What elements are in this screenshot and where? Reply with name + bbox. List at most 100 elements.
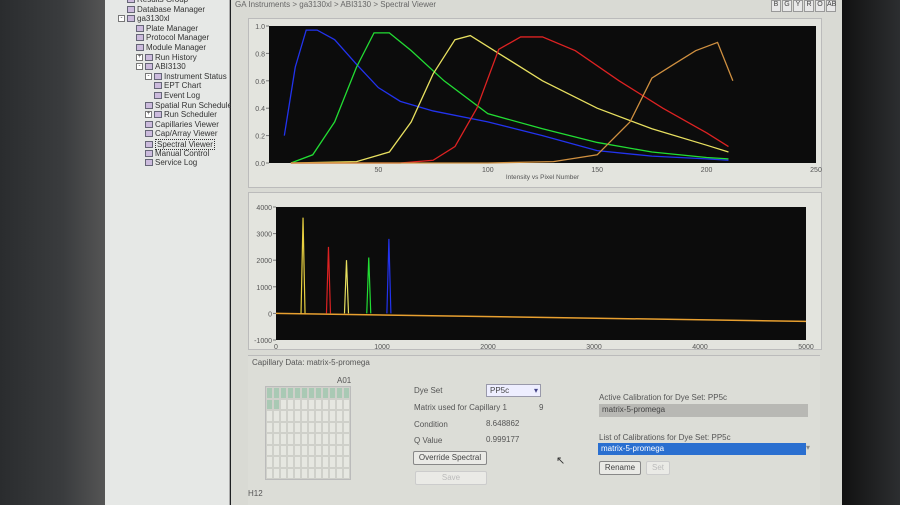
tree-item[interactable]: + Run Scheduler — [145, 110, 217, 119]
tree-item[interactable]: Plate Manager — [136, 24, 198, 33]
capillary-cell[interactable] — [280, 456, 287, 468]
tree-item[interactable]: - ABI3130 — [136, 62, 186, 71]
set-button[interactable]: Set — [646, 461, 670, 475]
capillary-cell[interactable] — [315, 467, 322, 479]
tree-item[interactable]: - ga3130xl — [118, 14, 169, 23]
tree-item[interactable]: Cap/Array Viewer — [145, 129, 218, 138]
capillary-cell[interactable] — [294, 456, 301, 468]
capillary-cell[interactable] — [336, 387, 343, 399]
capillary-cell[interactable] — [294, 398, 301, 410]
capillary-cell[interactable] — [308, 444, 315, 456]
capillary-cell[interactable] — [343, 444, 350, 456]
capillary-cell[interactable] — [266, 433, 273, 445]
capillary-cell[interactable] — [315, 456, 322, 468]
calibration-list-select[interactable]: matrix-5-promega — [598, 443, 806, 455]
capillary-cell[interactable] — [287, 398, 294, 410]
dye-set-select[interactable]: PP5c ▾ — [486, 384, 541, 397]
capillary-cell[interactable] — [287, 387, 294, 399]
capillary-cell[interactable] — [315, 387, 322, 399]
capillary-cell[interactable] — [329, 421, 336, 433]
capillary-cell[interactable] — [266, 410, 273, 422]
rename-button[interactable]: Rename — [599, 461, 641, 475]
capillary-cell[interactable] — [343, 467, 350, 479]
capillary-cell[interactable] — [266, 444, 273, 456]
capillary-cell[interactable] — [273, 467, 280, 479]
capillary-cell[interactable] — [301, 387, 308, 399]
capillary-cell[interactable] — [280, 467, 287, 479]
capillary-cell[interactable] — [343, 433, 350, 445]
capillary-cell[interactable] — [315, 398, 322, 410]
capillary-cell[interactable] — [322, 398, 329, 410]
capillary-cell[interactable] — [322, 410, 329, 422]
capillary-cell[interactable] — [322, 387, 329, 399]
capillary-cell[interactable] — [329, 444, 336, 456]
capillary-cell[interactable] — [322, 421, 329, 433]
capillary-cell[interactable] — [329, 410, 336, 422]
capillary-cell[interactable] — [336, 398, 343, 410]
capillary-cell[interactable] — [308, 387, 315, 399]
capillary-cell[interactable] — [280, 444, 287, 456]
capillary-cell[interactable] — [301, 467, 308, 479]
tree-item[interactable]: Capillaries Viewer — [145, 120, 219, 129]
capillary-cell[interactable] — [301, 421, 308, 433]
capillary-cell[interactable] — [322, 433, 329, 445]
capillary-cell[interactable] — [336, 433, 343, 445]
expander-icon[interactable]: - — [145, 72, 152, 80]
capillary-cell[interactable] — [336, 467, 343, 479]
capillary-cell[interactable] — [329, 398, 336, 410]
capillary-cell[interactable] — [294, 421, 301, 433]
capillary-cell[interactable] — [287, 433, 294, 445]
capillary-cell[interactable] — [322, 467, 329, 479]
tree-item[interactable]: Protocol Manager — [136, 33, 209, 42]
capillary-cell[interactable] — [294, 387, 301, 399]
capillary-cell[interactable] — [280, 410, 287, 422]
capillary-cell[interactable] — [315, 421, 322, 433]
capillary-cell[interactable] — [280, 398, 287, 410]
capillary-cell[interactable] — [301, 410, 308, 422]
capillary-cell[interactable] — [336, 421, 343, 433]
capillary-cell[interactable] — [273, 444, 280, 456]
capillary-cell[interactable] — [322, 444, 329, 456]
capillary-cell[interactable] — [280, 421, 287, 433]
capillary-cell[interactable] — [273, 456, 280, 468]
capillary-cell[interactable] — [329, 387, 336, 399]
tree-item[interactable]: + Run History — [136, 53, 197, 62]
capillary-cell[interactable] — [301, 433, 308, 445]
capillary-cell[interactable] — [343, 410, 350, 422]
save-button[interactable]: Save — [415, 471, 487, 485]
tree-item[interactable]: Service Log — [145, 158, 197, 167]
capillary-cell[interactable] — [308, 467, 315, 479]
capillary-cell[interactable] — [273, 398, 280, 410]
capillary-cell[interactable] — [280, 387, 287, 399]
expander-icon[interactable]: + — [145, 111, 152, 119]
capillary-cell[interactable] — [343, 387, 350, 399]
capillary-cell[interactable] — [273, 410, 280, 422]
capillary-cell[interactable] — [294, 444, 301, 456]
capillary-cell[interactable] — [329, 456, 336, 468]
tree-item[interactable]: Database Manager — [127, 5, 205, 14]
capillary-cell[interactable] — [287, 456, 294, 468]
capillary-cell[interactable] — [273, 433, 280, 445]
capillary-cell[interactable] — [287, 410, 294, 422]
capillary-cell[interactable] — [315, 433, 322, 445]
tree-item[interactable]: - Instrument Status — [145, 72, 227, 81]
tree-item[interactable]: Results Group — [127, 0, 188, 4]
capillary-cell[interactable] — [308, 433, 315, 445]
capillary-cell[interactable] — [301, 456, 308, 468]
tree-item[interactable]: Event Log — [154, 91, 200, 100]
expander-icon[interactable]: + — [136, 53, 143, 61]
capillary-cell[interactable] — [287, 444, 294, 456]
capillary-grid[interactable] — [265, 386, 351, 480]
dye-toggle-button[interactable]: AB — [826, 0, 836, 12]
capillary-cell[interactable] — [301, 444, 308, 456]
chevron-down-icon[interactable]: ▾ — [806, 443, 810, 452]
capillary-cell[interactable] — [322, 456, 329, 468]
dye-toggle-button[interactable]: B — [771, 0, 781, 12]
capillary-cell[interactable] — [287, 467, 294, 479]
capillary-cell[interactable] — [343, 398, 350, 410]
override-spectral-button[interactable]: Override Spectral — [413, 451, 487, 465]
capillary-cell[interactable] — [266, 456, 273, 468]
capillary-cell[interactable] — [329, 467, 336, 479]
capillary-cell[interactable] — [294, 467, 301, 479]
expander-icon[interactable]: - — [118, 15, 125, 23]
